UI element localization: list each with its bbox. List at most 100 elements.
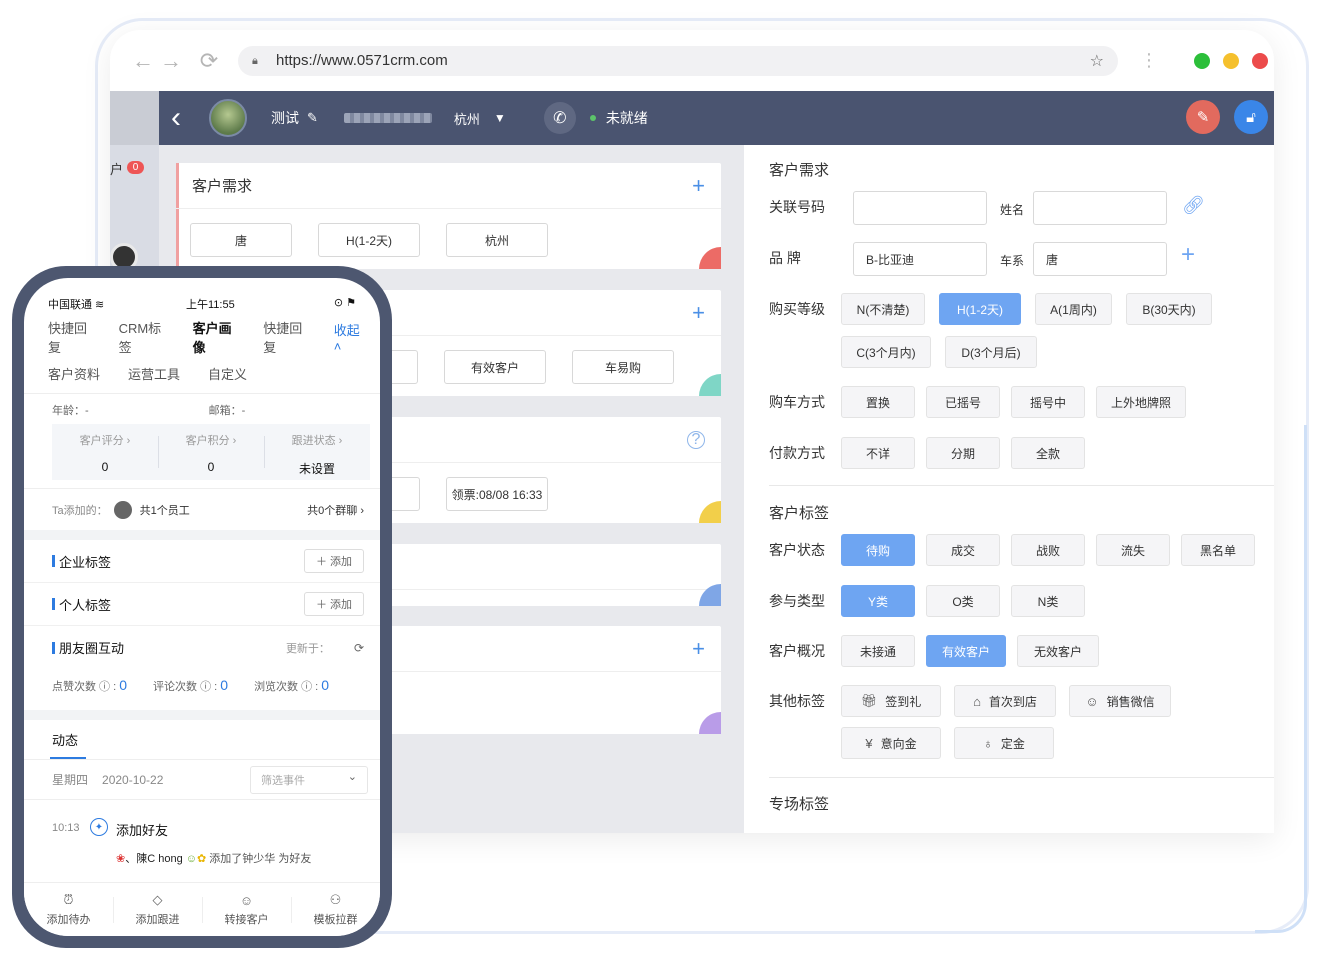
purchase-level-option[interactable]: H(1-2天) <box>939 293 1021 325</box>
participation-option[interactable]: Y类 <box>841 585 915 617</box>
overview-option[interactable]: 有效客户 <box>926 635 1006 667</box>
purchase-method-option[interactable]: 置换 <box>841 386 915 418</box>
purchase-level-option[interactable]: C(3个月内) <box>841 336 931 368</box>
phone-icon[interactable]: ✆ <box>543 102 576 134</box>
card-chip[interactable]: H(1-2天) <box>318 223 420 257</box>
views-count: 浏览次数 ⓘ : 0 <box>254 677 330 693</box>
menu-kebab-icon[interactable]: ⋮ <box>1140 50 1158 71</box>
alarm-icon: ⏰︎ <box>63 892 74 907</box>
subtab-customer-info[interactable]: 客户资料 <box>48 364 100 383</box>
payment-option[interactable]: 不详 <box>841 437 915 469</box>
personal-tags-row: 个人标签 ＋ 添加 <box>24 583 380 626</box>
staff-count[interactable]: 共1个员工 <box>140 502 190 518</box>
purchase-level-option[interactable]: D(3个月后) <box>945 336 1037 368</box>
tab-quick-reply[interactable]: 快捷回复 <box>48 318 99 356</box>
card-chip[interactable]: 杭州 <box>446 223 548 257</box>
collapse-button[interactable]: 收起 ˄ <box>334 320 370 354</box>
add-plus-icon[interactable]: + <box>692 300 705 326</box>
back-chevron-icon[interactable]: ‹ <box>171 101 193 135</box>
help-icon[interactable]: ? <box>687 430 705 449</box>
tab-quick-reply-2[interactable]: 快捷回复 <box>263 318 314 356</box>
window-minimize-dot[interactable] <box>1223 52 1239 69</box>
add-plus-icon[interactable]: + <box>692 173 705 199</box>
event-filter-select[interactable]: 筛选事件 <box>250 765 368 794</box>
other-tag-option[interactable]: ☺ 销售微信 <box>1069 685 1171 717</box>
score-cell[interactable]: 客户积分 › 0 <box>158 424 264 480</box>
age-field: 年龄：- <box>52 405 89 417</box>
customer-avatar[interactable] <box>209 99 247 137</box>
purchase-level-option[interactable]: N(不清楚) <box>841 293 925 325</box>
other-tag-label: 销售微信 <box>1106 694 1155 709</box>
call-status: 未就绪 <box>605 110 648 126</box>
related-phone-input[interactable] <box>853 191 987 225</box>
unlock-icon[interactable]: 🔓︎ <box>1234 100 1268 134</box>
name-input[interactable] <box>1033 191 1167 225</box>
activity-tab[interactable]: 动态 <box>24 720 380 760</box>
series-input[interactable]: 唐 <box>1033 242 1167 276</box>
bookmark-star-icon[interactable]: ☆ <box>1090 51 1104 71</box>
reload-icon[interactable]: ⟳ <box>196 48 222 74</box>
date: 2020-10-22 <box>102 772 164 787</box>
purchase-level-option[interactable]: B(30天内) <box>1126 293 1212 325</box>
add-enterprise-tag-button[interactable]: ＋ 添加 <box>304 549 364 573</box>
transfer-customer-button[interactable]: ☺ 转接客户 <box>202 883 291 936</box>
window-maximize-dot[interactable] <box>1194 52 1210 69</box>
payment-option[interactable]: 分期 <box>926 437 1000 469</box>
date-bar: 星期四 2020-10-22 筛选事件 <box>24 760 380 800</box>
template-group-button[interactable]: ⚇ 模板拉群 <box>291 883 380 936</box>
customer-status-option[interactable]: 待购 <box>841 534 915 566</box>
enterprise-tags-label: 企业标签 <box>59 554 112 570</box>
add-todo-button[interactable]: ⏰︎ 添加待办 <box>24 883 113 936</box>
brand-input[interactable]: B-比亚迪 <box>853 242 987 276</box>
subtab-ops-tools[interactable]: 运营工具 <box>128 364 180 383</box>
customer-status-option[interactable]: 黑名单 <box>1181 534 1255 566</box>
pin-icon: ✦ <box>90 818 108 836</box>
link-icon[interactable]: 🔗︎ <box>1182 195 1205 216</box>
overview-option[interactable]: 无效客户 <box>1017 635 1099 667</box>
group-count[interactable]: 共0个群聊 › <box>307 502 364 518</box>
score-cell[interactable]: 客户评分 › 0 <box>52 424 158 480</box>
dropdown-triangle-icon[interactable]: ▼ <box>494 111 506 125</box>
other-tag-option[interactable]: 🎁︎ 签到礼 <box>841 685 941 717</box>
edit-pencil-icon[interactable]: ✎ <box>307 110 318 126</box>
card-chip[interactable]: 唐 <box>190 223 292 257</box>
add-followup-button[interactable]: ◇ 添加跟进 <box>113 883 202 936</box>
card-chip[interactable]: 有效客户 <box>444 350 546 384</box>
customer-status-option[interactable]: 流失 <box>1096 534 1170 566</box>
payment-option[interactable]: 全款 <box>1011 437 1085 469</box>
overview-option[interactable]: 未接通 <box>841 635 915 667</box>
participation-option[interactable]: O类 <box>926 585 1000 617</box>
back-arrow-icon[interactable]: ← <box>130 48 156 74</box>
customer-status-option[interactable]: 成交 <box>926 534 1000 566</box>
purchase-level-option[interactable]: A(1周内) <box>1035 293 1112 325</box>
purchase-method-option[interactable]: 已摇号 <box>926 386 1000 418</box>
purchase-method-option[interactable]: 上外地牌照 <box>1096 386 1186 418</box>
note-icon[interactable]: ✎ <box>1186 100 1220 134</box>
tab-customer-profile[interactable]: 客户画像 <box>193 318 244 356</box>
card-chip[interactable]: 车易购 <box>572 350 674 384</box>
window-close-dot[interactable] <box>1252 52 1268 69</box>
customer-status-option[interactable]: 战败 <box>1011 534 1085 566</box>
purchase-method-option[interactable]: 摇号中 <box>1011 386 1085 418</box>
refresh-icon[interactable]: ⟳ <box>354 641 364 655</box>
other-tag-option[interactable]: ⌂ 首次到店 <box>954 685 1056 717</box>
forward-arrow-icon[interactable]: → <box>158 48 184 74</box>
group-icon: ⚇ <box>329 892 342 907</box>
add-plus-icon[interactable]: + <box>1181 241 1195 269</box>
participation-option[interactable]: N类 <box>1011 585 1085 617</box>
add-plus-icon[interactable]: + <box>692 636 705 662</box>
subtab-custom[interactable]: 自定义 <box>208 364 247 383</box>
tab-crm-tags[interactable]: CRM标签 <box>119 318 173 356</box>
address-bar[interactable]: 🔒︎ https://www.0571crm.com ☆ <box>238 45 1118 76</box>
phone-device: 中国联通 ︎≋ 上午11:55 ⊙ ⚑ 快捷回复 CRM标签 客户画像 快捷回复… <box>12 266 392 948</box>
corner-marker <box>699 712 721 734</box>
other-tag-option[interactable]: ¥ 意向金 <box>841 727 941 759</box>
other-tag-option[interactable]: ♁ 定金 <box>954 727 1054 759</box>
participation-label: 参与类型 <box>769 593 825 609</box>
phone-subtabs: 客户资料 运营工具 自定义 <box>24 354 380 394</box>
url-text[interactable]: https://www.0571crm.com <box>276 52 1090 69</box>
card-chip[interactable]: 领票:08/08 16:33 <box>446 477 548 511</box>
score-cell[interactable]: 跟进状态 › 未设置 <box>264 424 370 480</box>
city-select[interactable]: 杭州 <box>454 109 480 128</box>
add-personal-tag-button[interactable]: ＋ 添加 <box>304 592 364 616</box>
